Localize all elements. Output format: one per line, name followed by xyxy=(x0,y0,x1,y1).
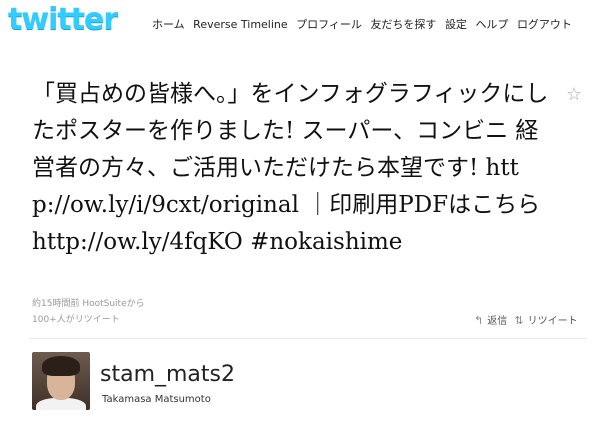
nav-settings[interactable]: 設定 xyxy=(445,18,467,31)
tweet-source-suffix: から xyxy=(126,299,145,309)
star-icon[interactable]: ☆ xyxy=(566,84,582,105)
nav-home[interactable]: ホーム xyxy=(152,18,185,31)
tweet-actions: ↰ 返信 ⇅ リツイート xyxy=(470,312,578,327)
retweet-icon[interactable]: ⇅ xyxy=(514,314,523,327)
top-bar: twitter ホーム Reverse Timeline プロフィール 友だちを… xyxy=(0,0,604,48)
tweet-timestamp[interactable]: 約15時間前 xyxy=(32,299,79,309)
full-name: Takamasa Matsumoto xyxy=(102,394,211,405)
divider xyxy=(30,338,586,339)
tweet-meta: 約15時間前 HootSuiteから xyxy=(32,296,145,309)
reply-icon[interactable]: ↰ xyxy=(474,314,483,327)
avatar[interactable] xyxy=(32,352,90,410)
nav-profile[interactable]: プロフィール xyxy=(296,18,362,31)
retweet-count[interactable]: 100+人がリツイート xyxy=(32,312,120,325)
nav-logout[interactable]: ログアウト xyxy=(517,18,572,31)
reply-button[interactable]: 返信 xyxy=(487,316,507,327)
retweet-button[interactable]: リツイート xyxy=(528,316,578,327)
top-navigation: ホーム Reverse Timeline プロフィール 友だちを探す 設定 ヘル… xyxy=(152,16,577,32)
tweet-source[interactable]: HootSuite xyxy=(82,299,126,309)
twitter-logo[interactable]: twitter xyxy=(8,2,118,37)
nav-reverse-timeline[interactable]: Reverse Timeline xyxy=(193,18,287,31)
nav-find-friends[interactable]: 友だちを探す xyxy=(370,18,436,31)
tweet-text: 「買占めの皆様へ。」をインフォグラフィックにしたポスターを作りました! スーパー… xyxy=(32,81,549,255)
username[interactable]: stam_mats2 xyxy=(100,362,235,387)
nav-help[interactable]: ヘルプ xyxy=(475,18,508,31)
